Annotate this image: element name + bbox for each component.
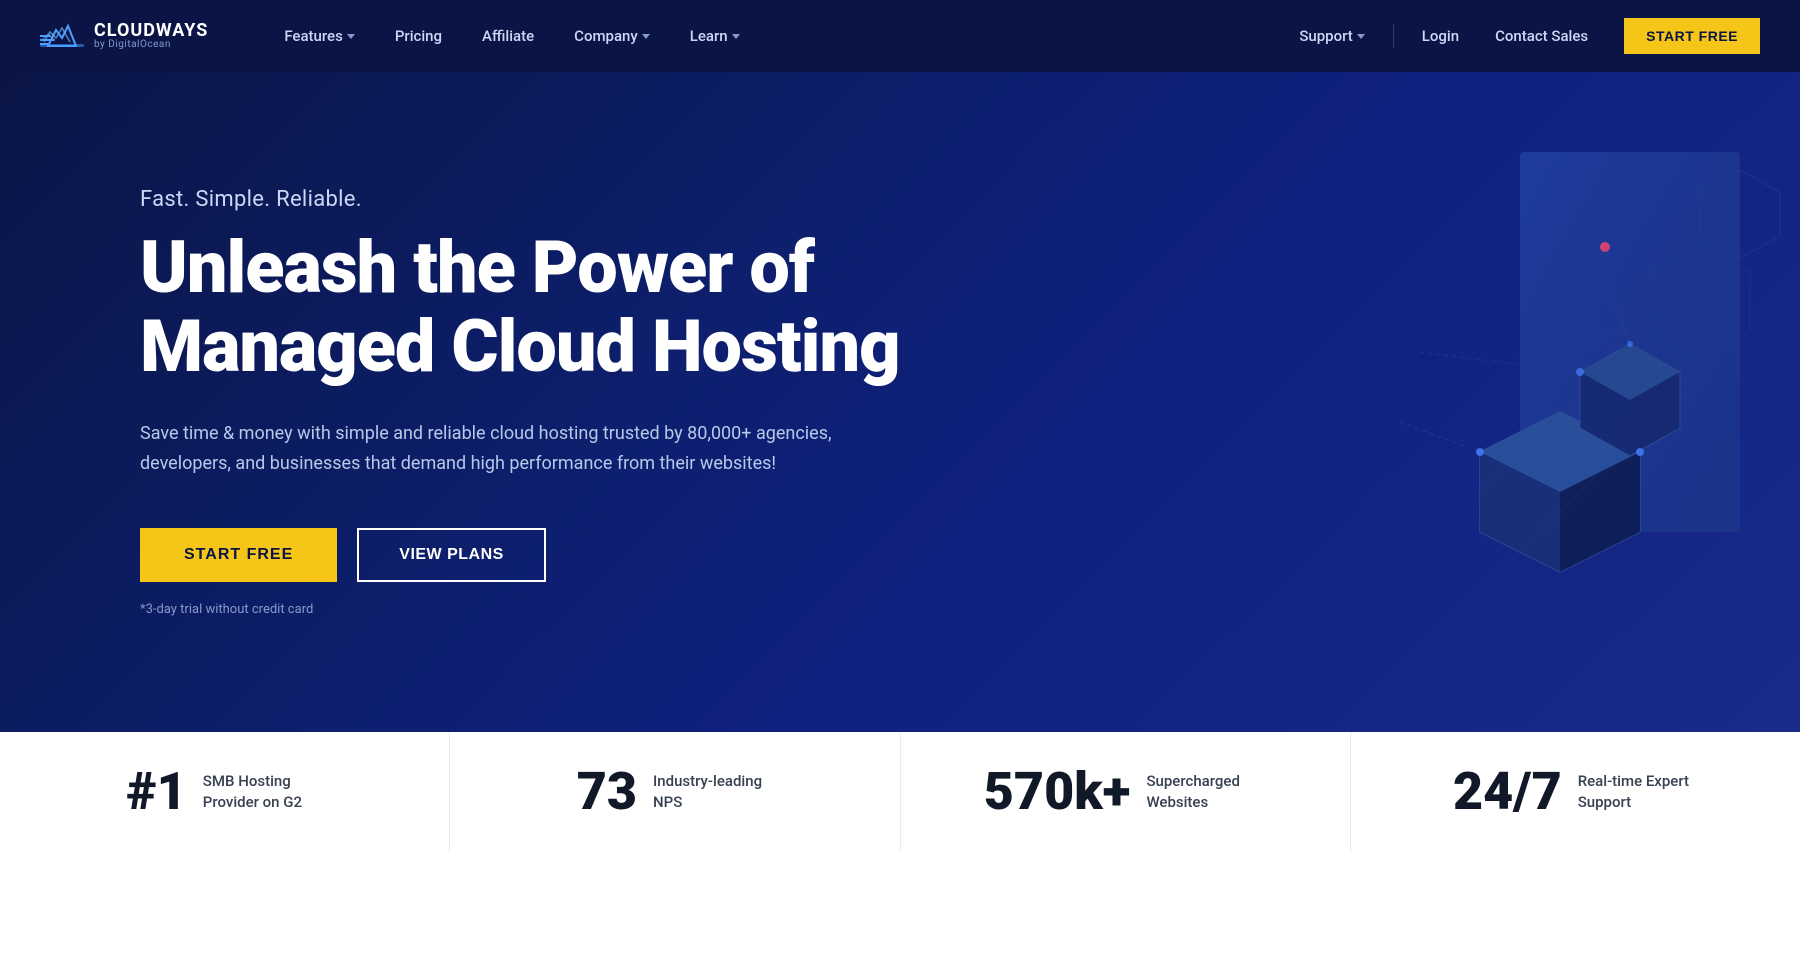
stat-item-support: 24/7 Real-time Expert Support	[1351, 732, 1800, 852]
hero-content: Fast. Simple. Reliable. Unleash the Powe…	[140, 187, 900, 617]
hero-tagline: Fast. Simple. Reliable.	[140, 187, 900, 212]
nav-company[interactable]: Company	[558, 19, 666, 53]
hero-buttons: START FREE VIEW PLANS	[140, 528, 900, 582]
hero-title-line1: Unleash the Power of	[140, 225, 814, 310]
nav-start-free-button[interactable]: START FREE	[1624, 18, 1760, 54]
nav-links: Features Pricing Affiliate Company Learn	[268, 19, 1283, 53]
brand-sub: by DigitalOcean	[94, 40, 208, 50]
hero-section: Fast. Simple. Reliable. Unleash the Powe…	[0, 72, 1800, 732]
hero-view-plans-button[interactable]: VIEW PLANS	[357, 528, 546, 582]
hero-description: Save time & money with simple and reliab…	[140, 419, 840, 480]
stat-item-websites: 570k+ Supercharged Websites	[901, 732, 1351, 852]
stat-item-rank: #1 SMB Hosting Provider on G2	[0, 732, 450, 852]
stat-number-rank: #1	[126, 766, 186, 818]
chevron-down-icon	[732, 34, 740, 39]
chevron-down-icon	[642, 34, 650, 39]
brand-name: CLOUDWAYS	[94, 22, 208, 40]
stat-number-support: 24/7	[1453, 766, 1562, 818]
nav-login[interactable]: Login	[1406, 19, 1475, 53]
nav-divider	[1393, 24, 1394, 48]
nav-support[interactable]: Support	[1283, 19, 1380, 53]
chevron-down-icon	[347, 34, 355, 39]
nav-affiliate[interactable]: Affiliate	[466, 19, 550, 53]
hero-title: Unleash the Power of Managed Cloud Hosti…	[140, 228, 900, 386]
hero-graphic	[1000, 72, 1800, 732]
hero-title-line2: Managed Cloud Hosting	[140, 304, 900, 389]
nav-contact-sales[interactable]: Contact Sales	[1479, 19, 1604, 53]
stat-desc-nps: Industry-leading NPS	[653, 771, 773, 813]
main-nav: CLOUDWAYS by DigitalOcean Features Prici…	[0, 0, 1800, 72]
chevron-down-icon	[1357, 34, 1365, 39]
logo-link[interactable]: CLOUDWAYS by DigitalOcean	[40, 18, 208, 54]
stats-bar: #1 SMB Hosting Provider on G2 73 Industr…	[0, 732, 1800, 852]
stat-desc-rank: SMB Hosting Provider on G2	[203, 771, 323, 813]
stat-number-nps: 73	[577, 766, 637, 818]
nav-features[interactable]: Features	[268, 19, 370, 53]
nav-right: Support Login Contact Sales START FREE	[1283, 18, 1760, 54]
nav-pricing[interactable]: Pricing	[379, 19, 458, 53]
stat-item-nps: 73 Industry-leading NPS	[450, 732, 900, 852]
logo-icon	[40, 18, 84, 54]
stat-desc-websites: Supercharged Websites	[1146, 771, 1266, 813]
stat-number-websites: 570k+	[984, 766, 1131, 818]
hero-start-free-button[interactable]: START FREE	[140, 528, 337, 582]
nav-learn[interactable]: Learn	[674, 19, 756, 53]
stat-desc-support: Real-time Expert Support	[1578, 771, 1698, 813]
hero-trial-note: *3-day trial without credit card	[140, 602, 900, 617]
